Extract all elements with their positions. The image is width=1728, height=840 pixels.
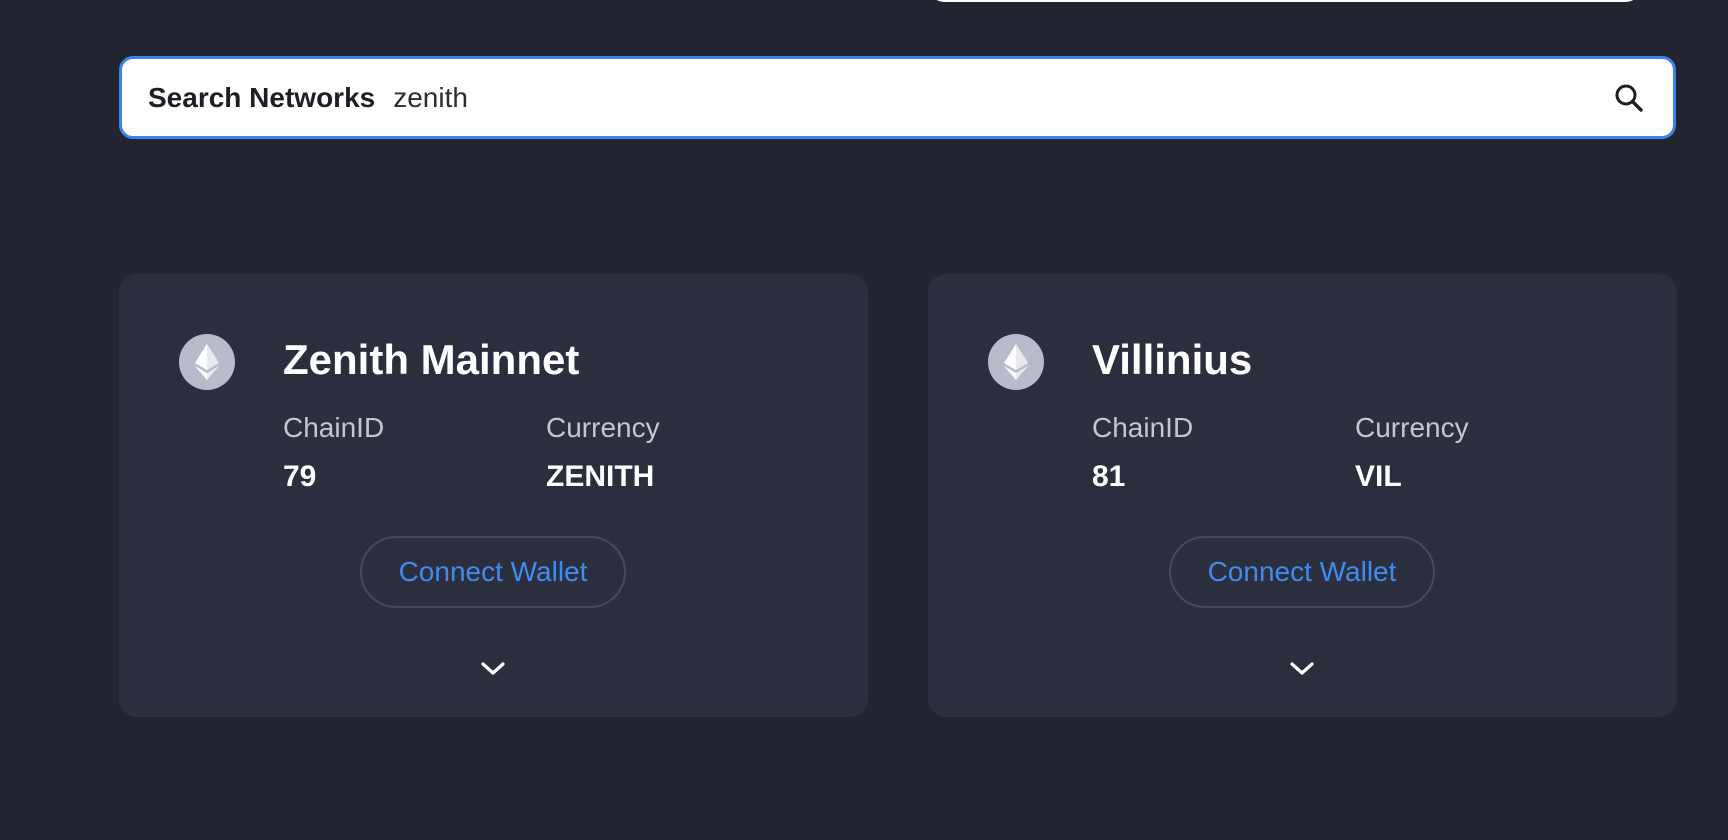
connect-wallet-button[interactable]: Connect Wallet <box>360 536 626 608</box>
search-label: Search Networks <box>148 81 376 113</box>
search-bar[interactable]: Search Networks <box>119 56 1676 139</box>
chain-id-value: 79 <box>283 460 317 493</box>
network-card: Villinius ChainID Currency 81 VIL Connec… <box>928 274 1677 717</box>
network-name: Villinius <box>1092 336 1253 383</box>
ethereum-icon <box>179 334 235 390</box>
currency-value: VIL <box>1355 460 1402 493</box>
chain-id-label: ChainID <box>283 412 385 443</box>
chevron-down-icon[interactable] <box>1284 654 1320 684</box>
top-panel-edge <box>930 0 1640 2</box>
chevron-down-icon[interactable] <box>475 654 511 684</box>
ethereum-icon <box>988 334 1044 390</box>
search-input[interactable] <box>393 81 1611 114</box>
network-name: Zenith Mainnet <box>283 336 580 383</box>
currency-label: Currency <box>546 412 660 443</box>
currency-label: Currency <box>1355 412 1469 443</box>
connect-wallet-button[interactable]: Connect Wallet <box>1169 536 1435 608</box>
chain-id-label: ChainID <box>1092 412 1194 443</box>
page: Search Networks Zenith Mainnet ChainID C… <box>0 0 1728 840</box>
search-icon[interactable] <box>1611 80 1647 116</box>
chain-id-value: 81 <box>1092 460 1126 493</box>
network-card: Zenith Mainnet ChainID Currency 79 ZENIT… <box>119 274 868 717</box>
currency-value: ZENITH <box>546 460 655 493</box>
